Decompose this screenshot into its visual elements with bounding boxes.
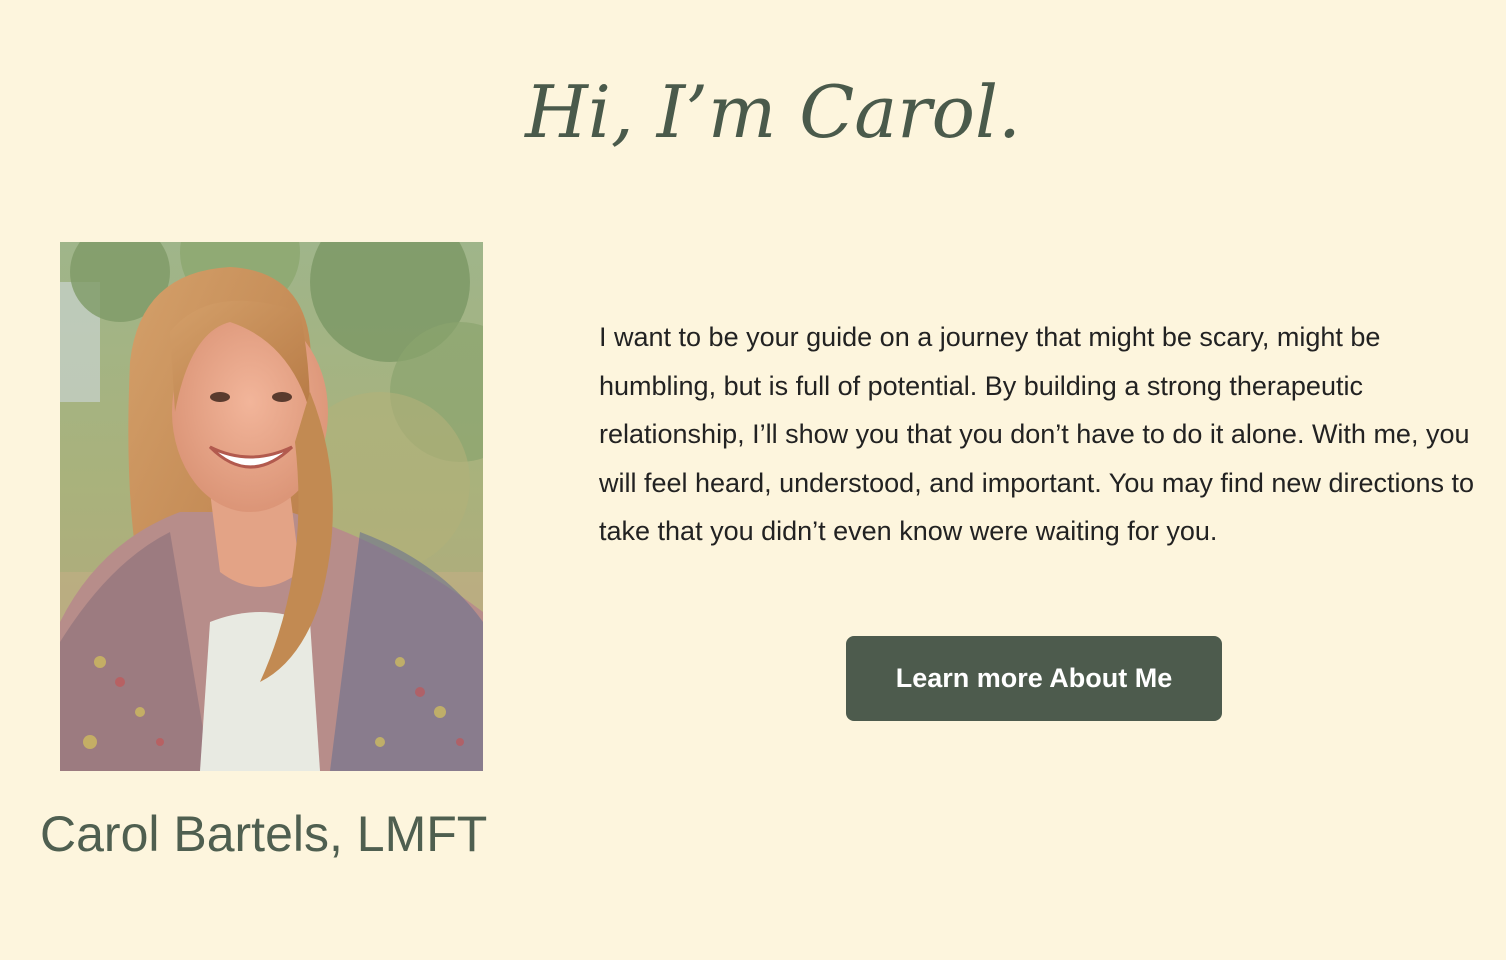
bio-paragraph: I want to be your guide on a journey tha…: [599, 322, 1475, 546]
page-heading: Hi, I’m Carol.: [525, 70, 1021, 154]
portrait-photo: [60, 242, 483, 771]
learn-more-about-me-button[interactable]: Learn more About Me: [846, 636, 1222, 721]
therapist-name: Carol Bartels, LMFT: [40, 806, 488, 862]
